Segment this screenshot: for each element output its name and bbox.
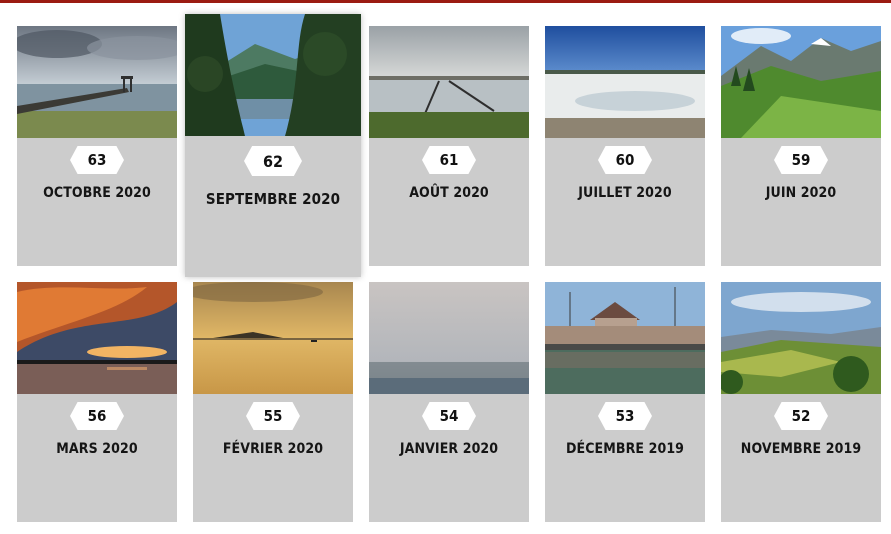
issue-number-badge: 59	[774, 146, 828, 174]
issue-title: SEPTEMBRE 2020	[205, 190, 341, 208]
issue-number-badge: 55	[246, 402, 300, 430]
issue-title: DÉCEMBRE 2019	[565, 441, 685, 457]
issue-card-60[interactable]: 60 JUILLET 2020	[545, 26, 705, 266]
salt-flat-icon	[545, 26, 705, 138]
issue-title: JUILLET 2020	[578, 185, 672, 201]
issue-number-badge: 63	[70, 146, 124, 174]
issue-card-62[interactable]: 62 SEPTEMBRE 2020	[185, 14, 361, 277]
issue-title: JANVIER 2020	[399, 441, 499, 457]
issue-card-56[interactable]: 56 MARS 2020	[17, 282, 177, 522]
issue-number-badge: 62	[244, 146, 302, 176]
canal-building-icon	[545, 282, 705, 394]
issue-title: OCTOBRE 2020	[43, 185, 151, 201]
mountain-lake-forest-icon	[185, 14, 361, 136]
issue-card-54[interactable]: 54 JANVIER 2020	[369, 282, 529, 522]
issue-number-badge: 52	[774, 402, 828, 430]
issue-card-61[interactable]: 61 AOÛT 2020	[369, 26, 529, 266]
top-accent-bar	[0, 0, 891, 3]
issue-card-59[interactable]: 59 JUIN 2020	[721, 26, 881, 266]
fog-town-icon	[369, 282, 529, 394]
issue-card-63[interactable]: 63 OCTOBRE 2020	[17, 26, 177, 266]
issue-card-53[interactable]: 53 DÉCEMBRE 2019	[545, 282, 705, 522]
salt-marsh-icon	[369, 26, 529, 138]
issue-title: NOVEMBRE 2019	[740, 441, 862, 457]
pier-lake-icon	[17, 26, 177, 138]
issue-card-52[interactable]: 52 NOVEMBRE 2019	[721, 282, 881, 522]
issue-number-badge: 53	[598, 402, 652, 430]
alpine-meadow-icon	[721, 26, 881, 138]
issue-number-badge: 54	[422, 402, 476, 430]
issue-card-55[interactable]: 55 FÉVRIER 2020	[193, 282, 353, 522]
issue-number-badge: 60	[598, 146, 652, 174]
issue-title: MARS 2020	[56, 441, 138, 457]
sunset-sea-icon	[17, 282, 177, 394]
issue-number-badge: 56	[70, 402, 124, 430]
issue-title: FÉVRIER 2020	[222, 441, 324, 457]
issue-title: AOÛT 2020	[409, 185, 489, 201]
golden-lake-icon	[193, 282, 353, 394]
vineyard-hills-icon	[721, 282, 881, 394]
issue-title: JUIN 2020	[765, 185, 837, 201]
issue-number-badge: 61	[422, 146, 476, 174]
